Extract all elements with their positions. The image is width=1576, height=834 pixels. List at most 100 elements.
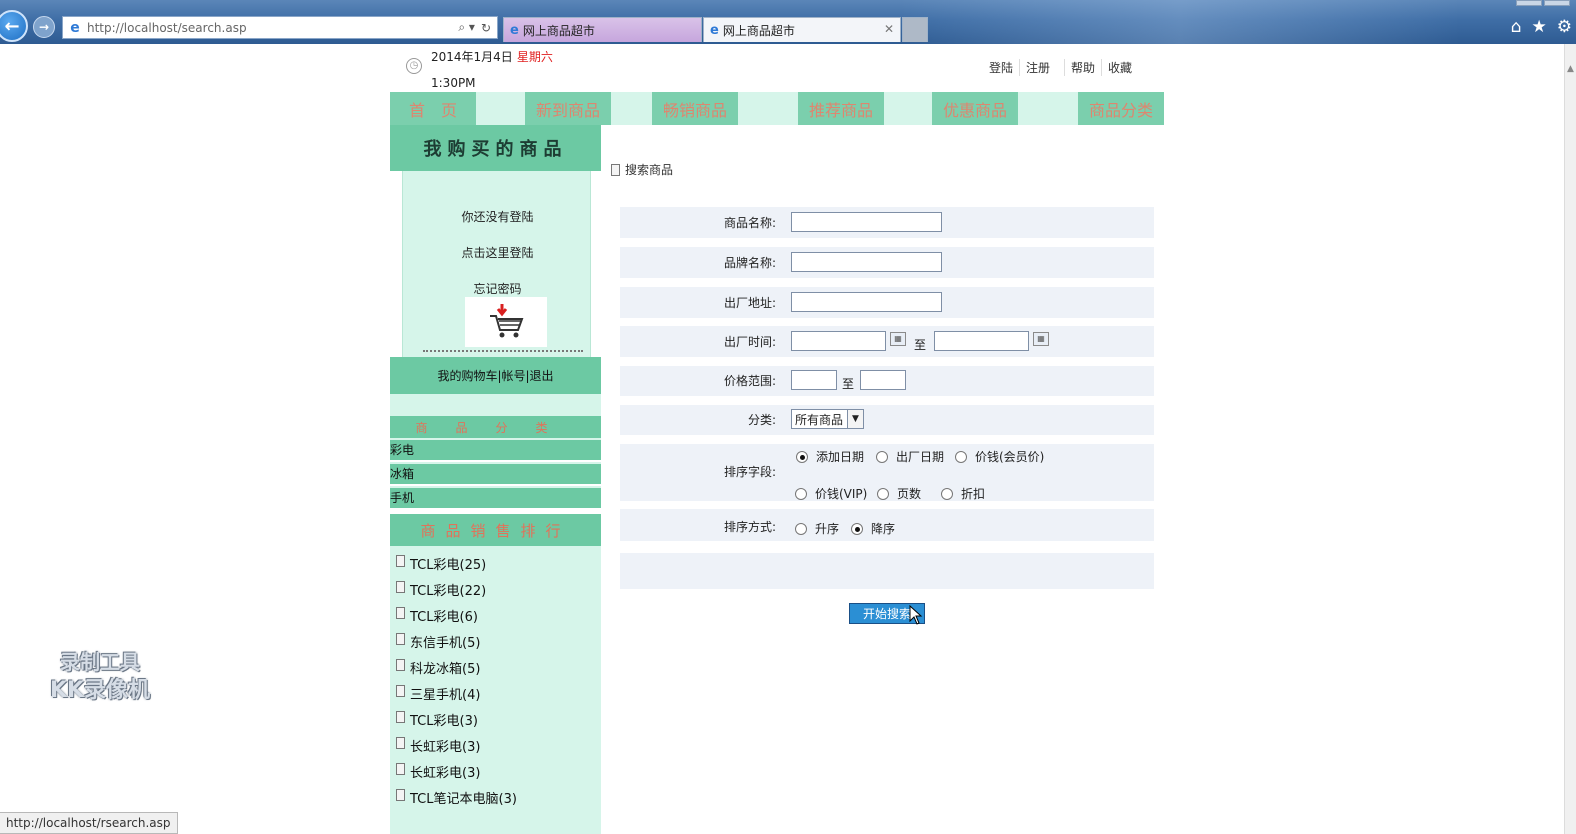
refresh-icon[interactable]: ↻: [481, 21, 491, 35]
nav-discounts[interactable]: 优惠商品: [932, 92, 1018, 125]
document-icon: [396, 580, 405, 593]
date-text: 2014年1月4日: [431, 50, 513, 64]
label-product-name: 商品名称:: [723, 216, 776, 230]
click-login-link[interactable]: 点击这里登陆: [403, 244, 592, 261]
radio-sort-pages[interactable]: 页数: [877, 485, 921, 502]
nav-categories[interactable]: 商品分类: [1078, 92, 1164, 125]
price-max-input[interactable]: [860, 370, 906, 390]
calendar-icon[interactable]: ▦: [1033, 332, 1049, 346]
gear-icon[interactable]: ⚙: [1557, 17, 1572, 37]
scroll-up-arrow-icon[interactable]: ▲: [1567, 64, 1574, 74]
address-input[interactable]: [791, 292, 942, 312]
top-links: 登陆 注册 帮助 收藏: [983, 59, 1138, 76]
list-item[interactable]: 科龙冰箱(5): [396, 658, 480, 677]
row-submit: [620, 553, 1154, 589]
nav-best-sellers[interactable]: 畅销商品: [652, 92, 738, 125]
main-nav: 首 页 新到商品 畅销商品 推荐商品 优惠商品 商品分类: [390, 92, 1164, 125]
ie-icon: e: [510, 22, 519, 38]
category-item-tv[interactable]: 彩电: [390, 438, 601, 460]
close-tab-icon[interactable]: ✕: [884, 22, 894, 36]
price-min-input[interactable]: [791, 370, 837, 390]
back-button[interactable]: ←: [0, 10, 28, 42]
help-link[interactable]: 帮助: [1063, 59, 1101, 76]
radio-icon[interactable]: [941, 487, 953, 500]
product-name-input[interactable]: [791, 212, 942, 232]
nav-home[interactable]: 首 页: [390, 92, 476, 125]
account-links[interactable]: 我的购物车|帐号|退出: [390, 357, 601, 394]
radio-sort-discount[interactable]: 折扣: [941, 485, 985, 502]
calendar-icon[interactable]: ▦: [890, 332, 906, 346]
forgot-password-link[interactable]: 忘记密码: [403, 280, 592, 297]
list-item[interactable]: 长虹彩电(3): [396, 762, 480, 781]
list-item[interactable]: TCL彩电(22): [396, 580, 486, 599]
vertical-scrollbar[interactable]: ▲: [1564, 44, 1576, 834]
date-display: 2014年1月4日 星期六: [431, 48, 553, 65]
radio-icon[interactable]: [955, 450, 967, 463]
login-link[interactable]: 登陆: [983, 59, 1019, 76]
my-purchases-title: 我购买的商品: [390, 125, 601, 171]
list-item[interactable]: TCL彩电(25): [396, 554, 486, 573]
row-sort-field: 排序字段: 添加日期 出厂日期 价钱(会员价) 价钱(VIP) 页数 折扣: [620, 444, 1154, 501]
search-icon[interactable]: ⌕ ▾: [458, 20, 475, 35]
document-icon: [396, 762, 405, 775]
address-url[interactable]: http://localhost/search.asp: [87, 21, 458, 35]
maximize-button[interactable]: [1544, 0, 1570, 6]
list-item[interactable]: TCL笔记本电脑(3): [396, 788, 517, 807]
ranking-list: TCL彩电(25) TCL彩电(22) TCL彩电(6) 东信手机(5) 科龙冰…: [390, 546, 601, 834]
radio-sort-member-price[interactable]: 价钱(会员价): [955, 448, 1044, 465]
radio-icon[interactable]: [795, 487, 807, 500]
tab-2-active[interactable]: e 网上商品超市 ✕: [703, 17, 901, 42]
list-item[interactable]: TCL彩电(3): [396, 710, 478, 729]
brand-input[interactable]: [791, 252, 942, 272]
chevron-down-icon[interactable]: ▼: [847, 410, 863, 428]
document-icon: [396, 606, 405, 619]
register-link[interactable]: 注册: [1018, 59, 1056, 76]
tab-1[interactable]: e 网上商品超市: [503, 17, 702, 42]
toolbar-glow: [900, 0, 1460, 44]
tab-title: 网上商品超市: [522, 23, 595, 38]
sidebar: 我购买的商品 你还没有登陆 点击这里登陆 忘记密码 我的购物车|帐号|退出 商品…: [390, 125, 601, 834]
shopping-cart-icon[interactable]: [465, 297, 547, 347]
weekday-text: 星期六: [516, 50, 553, 64]
radio-checked-icon[interactable]: [851, 522, 863, 535]
category-select[interactable]: 所有商品 ▼: [791, 409, 864, 429]
radio-icon[interactable]: [795, 522, 807, 535]
radio-sort-vip-price[interactable]: 价钱(VIP): [795, 485, 867, 502]
favorite-link[interactable]: 收藏: [1100, 59, 1138, 76]
label-sort-field: 排序字段:: [723, 465, 776, 479]
label-date: 出厂时间:: [723, 335, 776, 349]
favorites-star-icon[interactable]: ★: [1532, 17, 1547, 37]
address-bar[interactable]: e http://localhost/search.asp ⌕ ▾ ↻: [62, 16, 498, 39]
radio-order-desc[interactable]: 降序: [851, 520, 895, 537]
row-category: 分类: 所有商品 ▼: [620, 405, 1154, 435]
category-selected: 所有商品: [795, 412, 844, 427]
date-to-input[interactable]: [934, 331, 1029, 351]
nav-recommended[interactable]: 推荐商品: [798, 92, 884, 125]
category-item-fridge[interactable]: 冰箱: [390, 462, 601, 484]
watermark-line-1: 录制工具: [60, 650, 140, 674]
radio-sort-factory-date[interactable]: 出厂日期: [876, 448, 944, 465]
forward-button[interactable]: →: [33, 16, 55, 38]
radio-sort-add-date[interactable]: 添加日期: [796, 448, 864, 465]
time-display: 1:30PM: [431, 76, 476, 90]
date-from-input[interactable]: [791, 331, 886, 351]
radio-icon[interactable]: [877, 487, 889, 500]
radio-order-asc[interactable]: 升序: [795, 520, 839, 537]
watermark-line-2: KK录像机: [49, 678, 151, 703]
document-icon: [396, 736, 405, 749]
minimize-button[interactable]: [1516, 0, 1542, 6]
list-item[interactable]: TCL彩电(6): [396, 606, 478, 625]
radio-checked-icon[interactable]: [796, 450, 808, 463]
label-category: 分类:: [747, 413, 776, 427]
document-icon: [611, 163, 620, 176]
list-item[interactable]: 东信手机(5): [396, 632, 480, 651]
list-item[interactable]: 长虹彩电(3): [396, 736, 480, 755]
tab-title: 网上商品超市: [722, 23, 795, 38]
search-panel: 搜索商品 商品名称: 品牌名称: 出厂地址: 出厂时间: ▦ 至 ▦ 价格范围:…: [601, 125, 1164, 834]
new-tab-button[interactable]: [902, 17, 928, 42]
nav-new-arrivals[interactable]: 新到商品: [525, 92, 611, 125]
home-icon[interactable]: ⌂: [1511, 17, 1522, 37]
category-item-phone[interactable]: 手机: [390, 486, 601, 508]
list-item[interactable]: 三星手机(4): [396, 684, 480, 703]
radio-icon[interactable]: [876, 450, 888, 463]
